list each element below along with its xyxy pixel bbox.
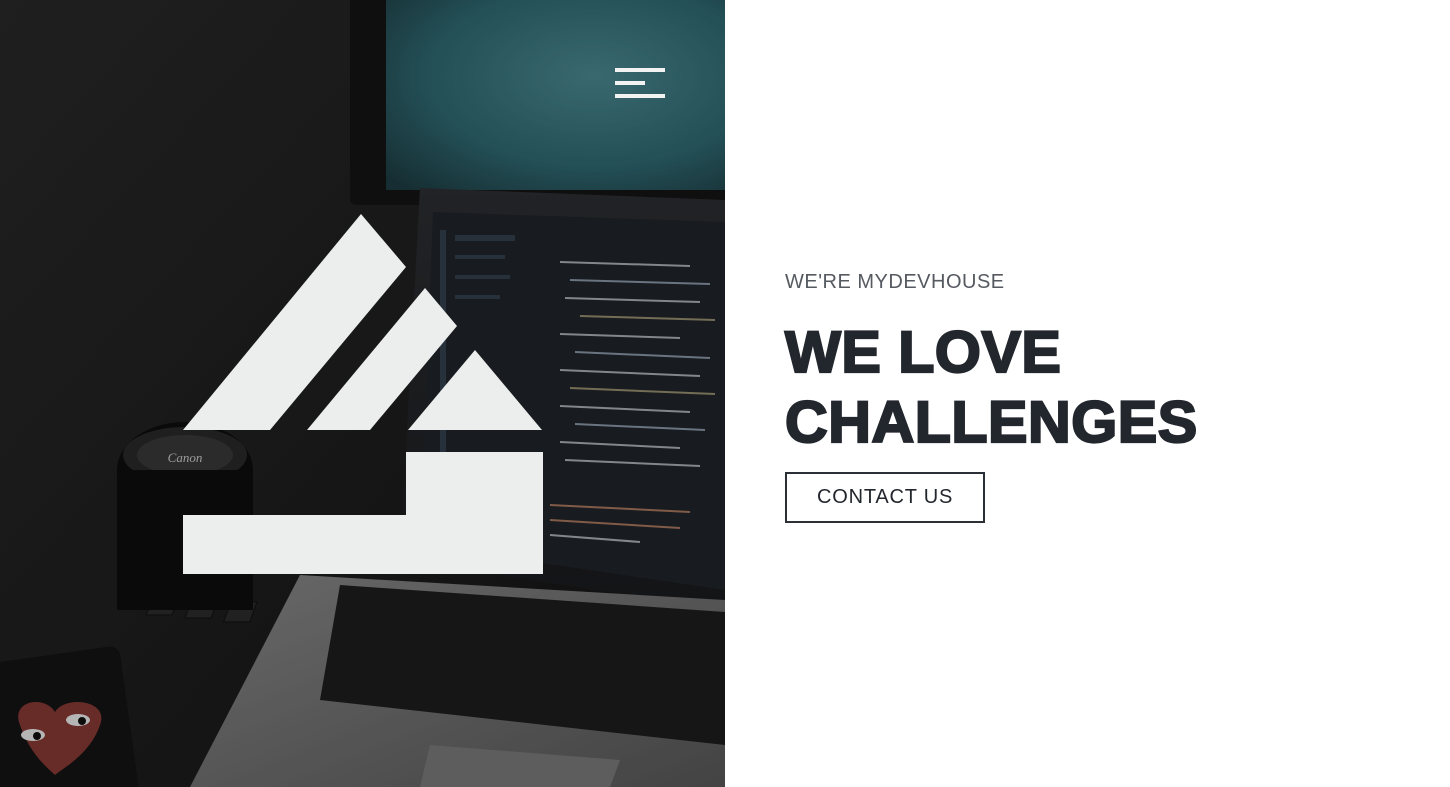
headline-line-2: CHALLENGES xyxy=(784,389,1198,456)
hamburger-menu-icon[interactable] xyxy=(612,64,668,104)
mydevhouse-logo-icon xyxy=(183,214,543,574)
menu-bar-bottom xyxy=(615,94,665,98)
headline-line-1: WE LOVE xyxy=(784,319,1062,386)
eyebrow-text: WE'RE MYDEVHOUSE xyxy=(785,271,1005,293)
contact-us-button[interactable]: CONTACT US xyxy=(785,472,986,523)
menu-bar-top xyxy=(615,68,665,72)
page-title: WE LOVE CHALLENGES xyxy=(784,318,1417,458)
hero-content: WE'RE MYDEVHOUSE WE LOVE CHALLENGES CONT… xyxy=(784,268,1405,523)
hero-photo: Canon xyxy=(0,0,725,787)
menu-bar-middle xyxy=(615,81,645,85)
